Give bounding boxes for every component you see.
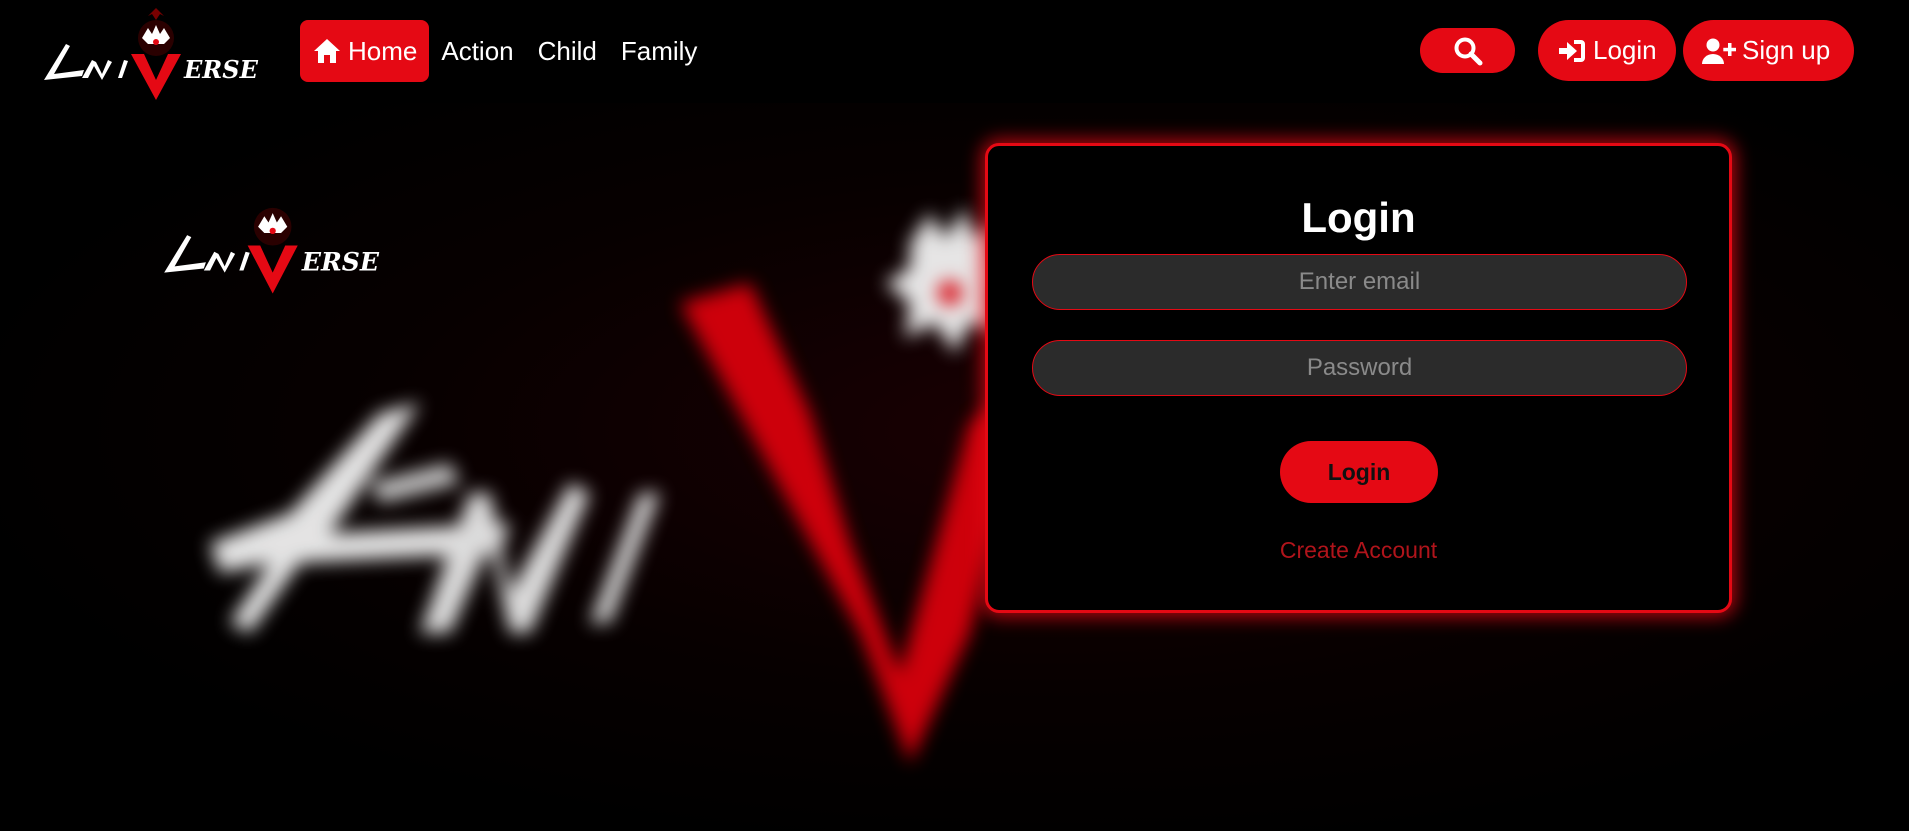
nav-action-label: Action — [441, 35, 514, 66]
nav-child-link[interactable]: Child — [526, 20, 609, 82]
user-plus-icon — [1702, 38, 1736, 64]
login-card: Login Login Create Account — [985, 143, 1732, 613]
nav-home-link[interactable]: Home — [300, 20, 430, 82]
nav-home-label: Home — [348, 35, 418, 66]
search-button[interactable] — [1420, 28, 1515, 73]
signup-nav-button[interactable]: Sign up — [1683, 20, 1854, 81]
aniverse-logo[interactable]: ERSE — [36, 4, 266, 104]
navbar: ERSE Home Action Child Family Login Sign… — [0, 0, 1909, 103]
signup-nav-label: Sign up — [1742, 35, 1831, 65]
search-icon — [1454, 37, 1482, 65]
svg-text:ERSE: ERSE — [301, 247, 380, 277]
svg-text:ERSE: ERSE — [183, 55, 259, 84]
sign-in-icon — [1559, 39, 1585, 62]
nav-family-label: Family — [620, 35, 698, 66]
create-account-link[interactable]: Create Account — [988, 537, 1729, 564]
email-input[interactable] — [1032, 254, 1687, 310]
nav-links: Home Action Child Family — [300, 20, 709, 82]
hero-logo: ERSE — [164, 207, 380, 294]
login-nav-label: Login — [1593, 35, 1657, 65]
nav-family-link[interactable]: Family — [609, 20, 710, 82]
home-icon — [314, 39, 340, 63]
password-input[interactable] — [1032, 340, 1687, 396]
login-submit-button[interactable]: Login — [1280, 441, 1438, 503]
nav-action-link[interactable]: Action — [429, 20, 525, 82]
login-nav-button[interactable]: Login — [1538, 20, 1676, 81]
login-title: Login — [1301, 194, 1416, 241]
nav-child-label: Child — [537, 35, 597, 66]
